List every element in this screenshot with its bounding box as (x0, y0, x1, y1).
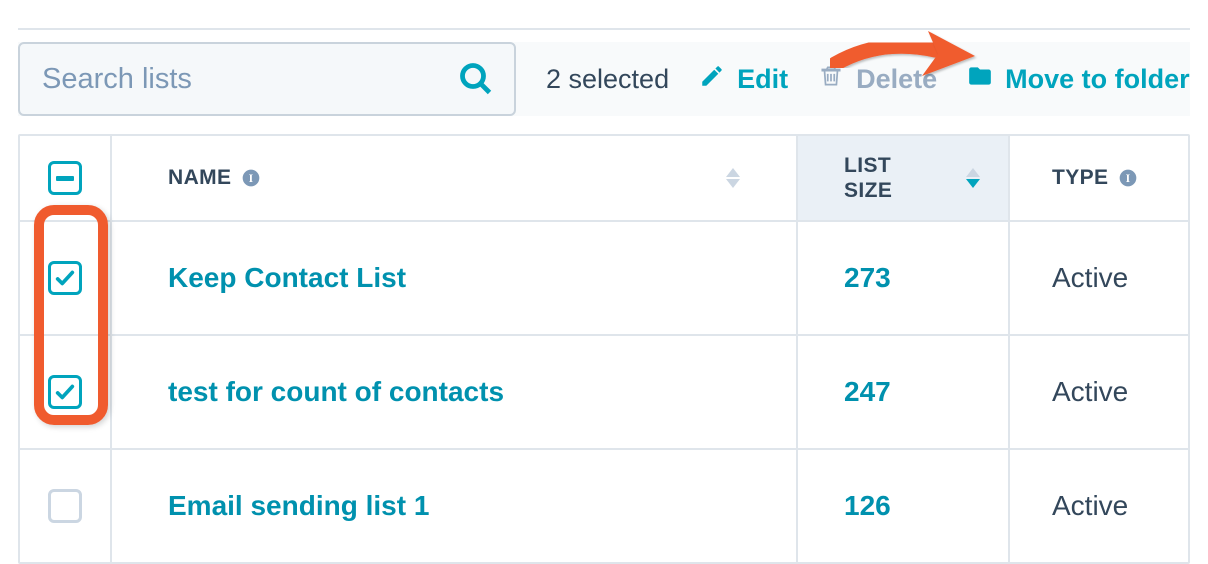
table-row: Email sending list 1 126 Active (20, 450, 1188, 562)
sort-arrows-size[interactable] (966, 168, 980, 188)
chevron-up-icon (726, 168, 740, 177)
list-name-link[interactable]: Email sending list 1 (168, 490, 429, 522)
list-size-link[interactable]: 247 (844, 376, 891, 408)
list-type-text: Active (1052, 376, 1128, 408)
pencil-icon (699, 63, 725, 96)
header-select-all (20, 136, 112, 220)
select-all-checkbox[interactable] (48, 161, 82, 195)
lists-table: Name i List Size (18, 134, 1190, 564)
row-checkbox[interactable] (48, 489, 82, 523)
table-header-row: Name i List Size (20, 136, 1188, 222)
list-name-link[interactable]: test for count of contacts (168, 376, 504, 408)
edit-label: Edit (737, 64, 788, 95)
row-checkbox[interactable] (48, 261, 82, 295)
chevron-down-icon (726, 179, 740, 188)
row-checkbox[interactable] (48, 375, 82, 409)
search-input[interactable] (18, 42, 516, 116)
header-name: Name i (112, 136, 798, 220)
list-type-text: Active (1052, 262, 1128, 294)
header-type-label[interactable]: Type i (1052, 166, 1138, 190)
header-size-label[interactable]: List Size (844, 153, 924, 203)
move-label: Move to folder (1005, 64, 1190, 95)
svg-text:i: i (249, 172, 254, 185)
list-name-link[interactable]: Keep Contact List (168, 262, 406, 294)
delete-label: Delete (856, 64, 937, 95)
header-type: Type i (1010, 136, 1188, 220)
folder-icon (967, 63, 993, 96)
chevron-up-icon (966, 168, 980, 177)
info-icon: i (241, 168, 261, 188)
edit-button[interactable]: Edit (699, 63, 788, 96)
svg-text:i: i (1126, 172, 1131, 185)
info-icon: i (1118, 168, 1138, 188)
list-type-text: Active (1052, 490, 1128, 522)
table-row: test for count of contacts 247 Active (20, 336, 1188, 450)
chevron-down-icon (966, 179, 980, 188)
list-size-link[interactable]: 273 (844, 262, 891, 294)
sort-arrows[interactable] (726, 168, 740, 188)
move-to-folder-button[interactable]: Move to folder (967, 63, 1190, 96)
search-icon (458, 61, 494, 97)
selected-count: 2 selected (546, 64, 669, 95)
list-size-link[interactable]: 126 (844, 490, 891, 522)
delete-button[interactable]: Delete (818, 63, 937, 96)
toolbar: 2 selected Edit Delete Move to folder (18, 42, 1190, 116)
trash-icon (818, 63, 844, 96)
header-list-size: List Size (798, 136, 1010, 220)
search-wrapper (18, 42, 516, 116)
header-name-label[interactable]: Name i (168, 166, 261, 190)
table-row: Keep Contact List 273 Active (20, 222, 1188, 336)
